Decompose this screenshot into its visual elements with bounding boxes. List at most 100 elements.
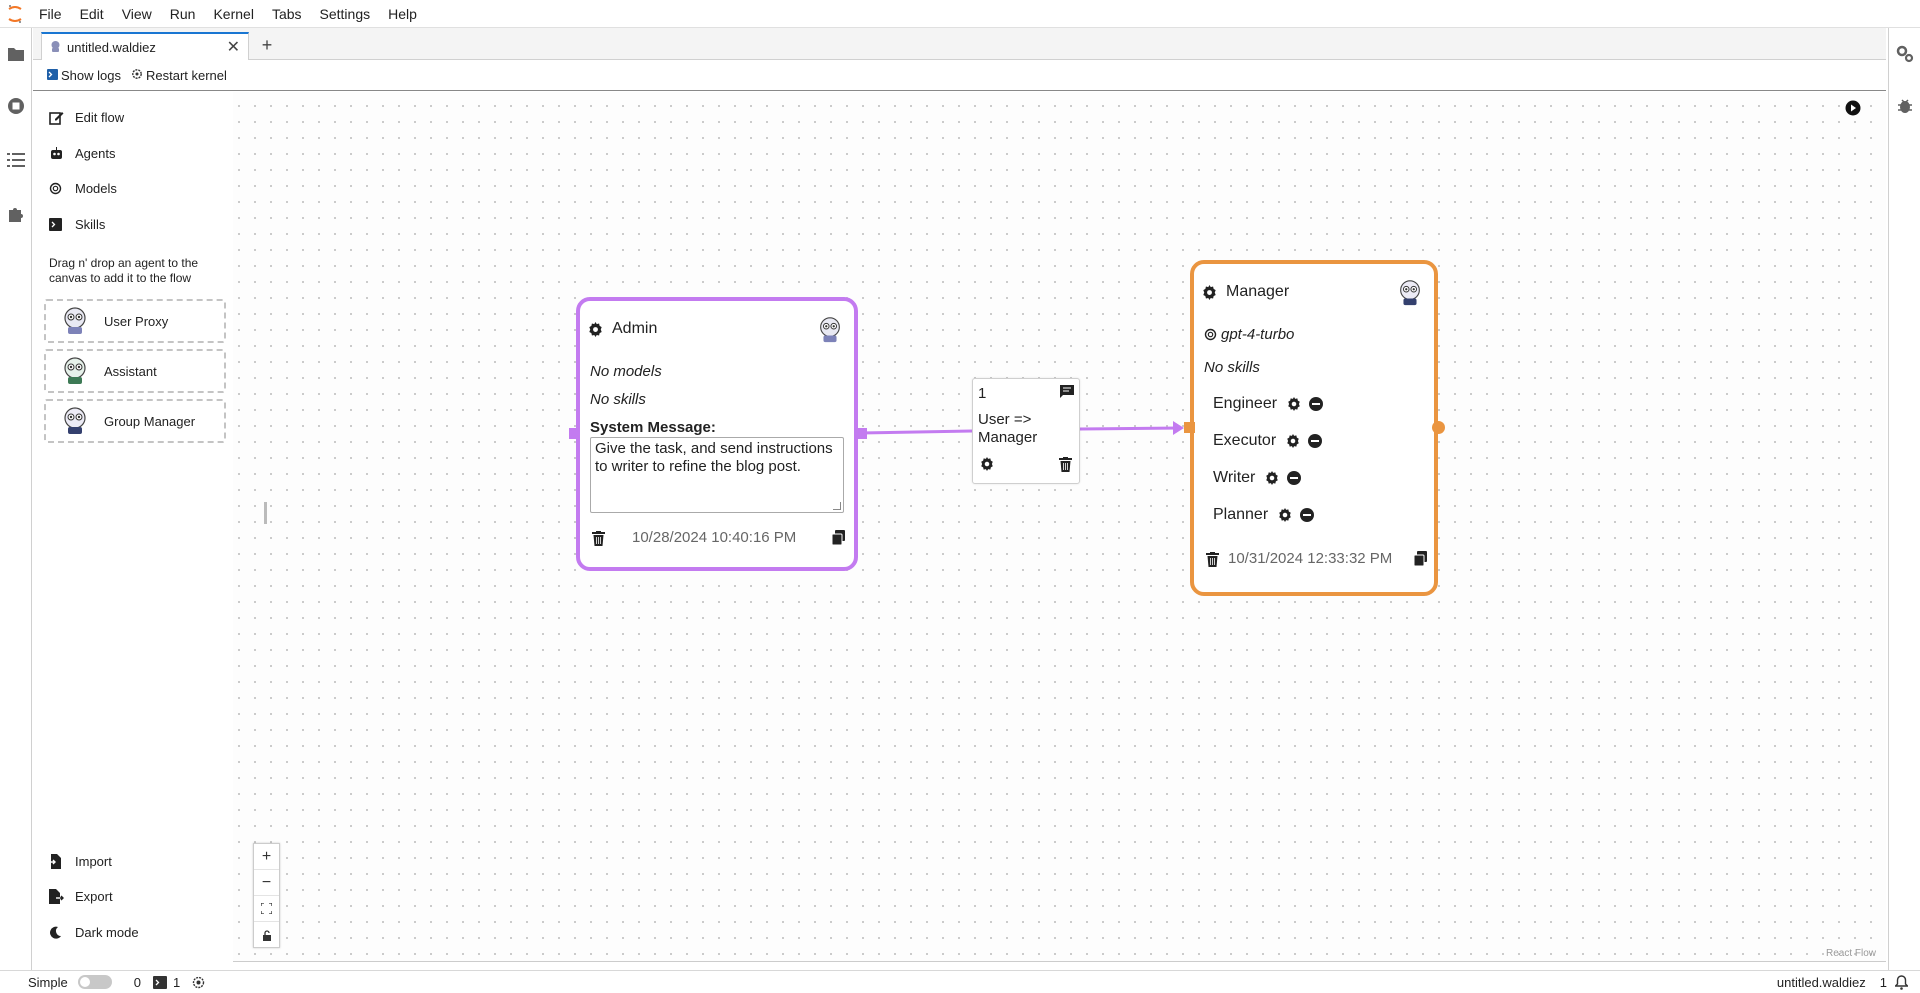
export-label: Export	[75, 889, 113, 904]
resize-handle[interactable]	[833, 502, 841, 510]
simple-mode-label: Simple	[28, 974, 68, 990]
sidebar-item-models[interactable]: Models	[49, 181, 117, 196]
delete-trash-icon[interactable]	[1206, 552, 1219, 567]
group-manager-avatar-icon	[1396, 278, 1424, 311]
menu-kernel[interactable]: Kernel	[204, 6, 262, 22]
show-logs-button[interactable]: Show logs	[47, 68, 121, 83]
node-models: No models	[590, 363, 662, 380]
flow-sidebar: Edit flow Agents Models Skills Drag n' d…	[33, 92, 233, 962]
right-activity-bar	[1888, 28, 1920, 978]
delete-trash-icon[interactable]	[592, 531, 605, 546]
settings-gear-icon[interactable]	[1202, 284, 1217, 300]
copy-clone-icon[interactable]	[832, 530, 845, 545]
play-circle-icon	[1845, 100, 1861, 116]
edge-order: 1	[978, 385, 987, 402]
remove-member-icon[interactable]	[1300, 508, 1315, 522]
moon-icon	[49, 926, 67, 939]
member-settings-gear-icon[interactable]	[1286, 434, 1300, 448]
member-settings-gear-icon[interactable]	[1265, 471, 1279, 485]
admin-source-handle[interactable]	[856, 428, 867, 439]
edge-label-box[interactable]: 1 User => Manager	[972, 378, 1080, 484]
robot-icon	[49, 147, 67, 160]
restart-kernel-button[interactable]: Restart kernel	[131, 68, 227, 83]
remove-member-icon[interactable]	[1309, 397, 1324, 411]
remove-member-icon[interactable]	[1287, 471, 1302, 485]
group-member-engineer: Engineer	[1213, 395, 1324, 413]
flow-canvas[interactable]	[33, 92, 1886, 962]
member-name: Engineer	[1213, 395, 1278, 412]
remove-member-icon[interactable]	[1308, 434, 1323, 448]
system-message-label: System Message:	[590, 419, 716, 436]
menu-tabs[interactable]: Tabs	[263, 6, 311, 22]
sidebar-item-label: Edit flow	[75, 110, 125, 125]
sidebar-item-skills[interactable]: Skills	[49, 217, 105, 232]
canvas-zoom-controls: + −	[253, 843, 280, 948]
react-flow-attribution[interactable]: React Flow	[1826, 948, 1876, 959]
agent-type-user-proxy[interactable]: User Proxy	[44, 299, 226, 343]
edge-settings-gear-icon[interactable]	[980, 457, 994, 471]
edge-delete-trash-icon[interactable]	[1059, 457, 1072, 472]
menu-help[interactable]: Help	[379, 6, 426, 22]
running-kernels-icon[interactable]	[6, 96, 26, 116]
kernel-status-icon[interactable]	[192, 976, 205, 989]
dark-mode-toggle[interactable]: Dark mode	[49, 925, 139, 940]
table-of-contents-icon[interactable]	[6, 150, 26, 170]
system-message-text: Give the task, and send instructions to …	[595, 440, 833, 475]
simple-mode-toggle[interactable]	[77, 975, 112, 989]
property-inspector-gears-icon[interactable]	[1895, 44, 1915, 64]
member-settings-gear-icon[interactable]	[1278, 508, 1292, 522]
menu-file[interactable]: File	[30, 6, 71, 22]
drag-drop-hint: Drag n' drop an agent to the canvas to a…	[49, 256, 199, 285]
folder-icon[interactable]	[6, 44, 26, 64]
zoom-out-button[interactable]: −	[254, 870, 279, 896]
admin-target-handle[interactable]	[569, 428, 580, 439]
settings-gear-icon[interactable]	[588, 321, 603, 337]
sidebar-item-agents[interactable]: Agents	[49, 146, 115, 161]
restart-kernel-label: Restart kernel	[145, 68, 227, 83]
agent-type-group-manager[interactable]: Group Manager	[44, 399, 226, 443]
sidebar-item-edit-flow[interactable]: Edit flow	[49, 110, 124, 125]
member-settings-gear-icon[interactable]	[1287, 397, 1301, 411]
menu-settings[interactable]: Settings	[311, 6, 380, 22]
terminals-count[interactable]: 0	[134, 975, 141, 990]
extension-puzzle-icon[interactable]	[6, 204, 26, 224]
agent-type-assistant[interactable]: Assistant	[44, 349, 226, 393]
fit-view-button[interactable]	[254, 896, 279, 922]
terminal-icon	[152, 975, 167, 989]
menu-bar: File Edit View Run Kernel Tabs Settings …	[0, 0, 1920, 28]
zoom-in-button[interactable]: +	[254, 844, 279, 870]
add-tab-button[interactable]: +	[255, 34, 279, 56]
debugger-bug-icon[interactable]	[1895, 96, 1915, 116]
manager-source-handle[interactable]	[1432, 421, 1445, 434]
export-button[interactable]: Export	[49, 889, 113, 904]
bell-icon[interactable]	[1895, 974, 1908, 990]
manager-target-handle[interactable]	[1184, 422, 1195, 433]
waldiez-file-icon	[50, 40, 61, 55]
sidebar-item-label: Skills	[75, 217, 106, 232]
agent-node-manager[interactable]: Manager gpt-4-turbo No skills Engineer E…	[1190, 260, 1438, 596]
copy-clone-icon[interactable]	[1414, 551, 1427, 566]
export-icon	[49, 889, 67, 904]
group-member-writer: Writer	[1213, 469, 1302, 487]
menu-view[interactable]: View	[113, 6, 161, 22]
tab-untitled-waldiez[interactable]: untitled.waldiez ✕	[41, 32, 249, 60]
member-name: Writer	[1213, 469, 1256, 486]
kernels-count[interactable]: 1	[173, 975, 180, 990]
system-message-textarea[interactable]: Give the task, and send instructions to …	[590, 437, 844, 513]
import-button[interactable]: Import	[49, 854, 112, 869]
jupyter-logo-icon	[0, 0, 30, 28]
group-member-executor: Executor	[1213, 432, 1323, 450]
lock-button[interactable]	[254, 922, 279, 948]
agent-node-admin[interactable]: Admin No models No skills System Message…	[576, 297, 858, 571]
menu-edit[interactable]: Edit	[71, 6, 113, 22]
menu-run[interactable]: Run	[161, 6, 205, 22]
agent-type-label: Group Manager	[104, 413, 196, 429]
message-icon[interactable]	[1060, 385, 1074, 398]
tab-label: untitled.waldiez	[67, 39, 156, 55]
sidebar-splitter-handle[interactable]	[264, 502, 267, 524]
close-icon[interactable]: ✕	[227, 37, 240, 57]
status-bar: Simple 0 1 untitled.waldiez 1	[0, 970, 1920, 993]
import-icon	[49, 854, 67, 869]
node-model: gpt-4-turbo	[1204, 326, 1294, 343]
run-flow-button[interactable]	[1845, 100, 1861, 116]
